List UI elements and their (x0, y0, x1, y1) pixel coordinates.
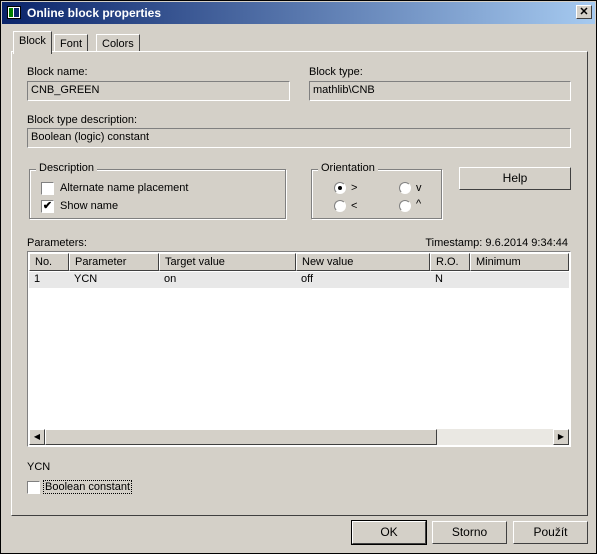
block-type-description-field[interactable]: Boolean (logic) constant (27, 128, 571, 148)
cell-target-value: on (164, 273, 177, 285)
orientation-group-title: Orientation (318, 162, 378, 174)
cancel-button[interactable]: Storno (432, 521, 507, 544)
close-button[interactable]: ✕ (576, 5, 592, 19)
orientation-down-label[interactable]: v (416, 182, 422, 194)
block-type-label: Block type: (309, 66, 363, 78)
parameters-list[interactable]: No. Parameter Target value New value R.O… (27, 251, 571, 447)
column-header-minimum[interactable]: Minimum (470, 253, 569, 271)
tab-font-label: Font (60, 38, 83, 50)
boolean-constant-label[interactable]: Boolean constant (43, 480, 133, 494)
cell-new-value: off (301, 273, 314, 285)
tab-colors-label: Colors (102, 38, 134, 50)
alternate-name-checkbox[interactable] (41, 182, 54, 195)
cell-ro: N (435, 273, 443, 285)
boolean-constant-checkbox[interactable] (27, 481, 40, 494)
show-name-label[interactable]: Show name (60, 200, 118, 212)
cell-no: 1 (34, 273, 41, 285)
orientation-group (311, 169, 442, 219)
orientation-right-radio[interactable] (334, 182, 346, 194)
orientation-left-radio[interactable] (334, 200, 346, 212)
cell-parameter: YCN (74, 273, 98, 285)
title-bar[interactable]: Online block properties ✕ (2, 2, 595, 24)
orientation-right-label[interactable]: > (351, 182, 357, 194)
column-header-no[interactable]: No. (29, 253, 69, 271)
alternate-name-label[interactable]: Alternate name placement (60, 182, 188, 194)
cell-minimum (470, 272, 569, 288)
orientation-left-label[interactable]: < (351, 200, 357, 212)
orientation-down-radio[interactable] (399, 182, 411, 194)
app-icon (7, 6, 21, 19)
close-icon: ✕ (579, 6, 589, 18)
block-type-description-label: Block type description: (27, 114, 138, 126)
table-row[interactable]: 1 YCN on off N (29, 272, 569, 288)
scroll-thumb[interactable] (45, 429, 437, 445)
column-header-ro[interactable]: R.O. (430, 253, 470, 271)
timestamp-text: Timestamp: 9.6.2014 9:34:44 (425, 237, 568, 249)
arrow-left-icon: ◀ (33, 432, 41, 441)
column-header-new-value[interactable]: New value (296, 253, 430, 271)
checkmark-icon: ✔ (42, 200, 53, 212)
arrow-right-icon: ▶ (557, 432, 565, 441)
selected-parameter-name: YCN (27, 461, 51, 473)
orientation-up-radio[interactable] (399, 200, 411, 212)
apply-button[interactable]: Použít (513, 521, 588, 544)
description-group-title: Description (36, 162, 98, 174)
window-title: Online block properties (27, 6, 162, 20)
column-header-parameter[interactable]: Parameter (69, 253, 159, 271)
tab-block-label: Block (19, 35, 46, 47)
horizontal-scrollbar[interactable]: ◀ ▶ (29, 429, 569, 445)
tab-block[interactable]: Block (13, 31, 52, 54)
help-button[interactable]: Help (459, 167, 571, 190)
show-name-checkbox[interactable]: ✔ (41, 200, 54, 213)
scroll-left-button[interactable]: ◀ (29, 429, 45, 445)
parameters-label: Parameters: (27, 237, 87, 249)
dialog-window: Online block properties ✕ Block Font Col… (0, 0, 597, 554)
column-header-target-value[interactable]: Target value (159, 253, 296, 271)
radio-selected-dot (338, 186, 342, 190)
parameters-header: No. Parameter Target value New value R.O… (29, 253, 569, 271)
scroll-right-button[interactable]: ▶ (553, 429, 569, 445)
block-name-label: Block name: (27, 66, 88, 78)
orientation-up-label[interactable]: ^ (416, 198, 421, 210)
ok-button[interactable]: OK (351, 520, 427, 545)
block-name-field[interactable]: CNB_GREEN (27, 81, 290, 101)
block-type-field[interactable]: mathlib\CNB (309, 81, 571, 101)
